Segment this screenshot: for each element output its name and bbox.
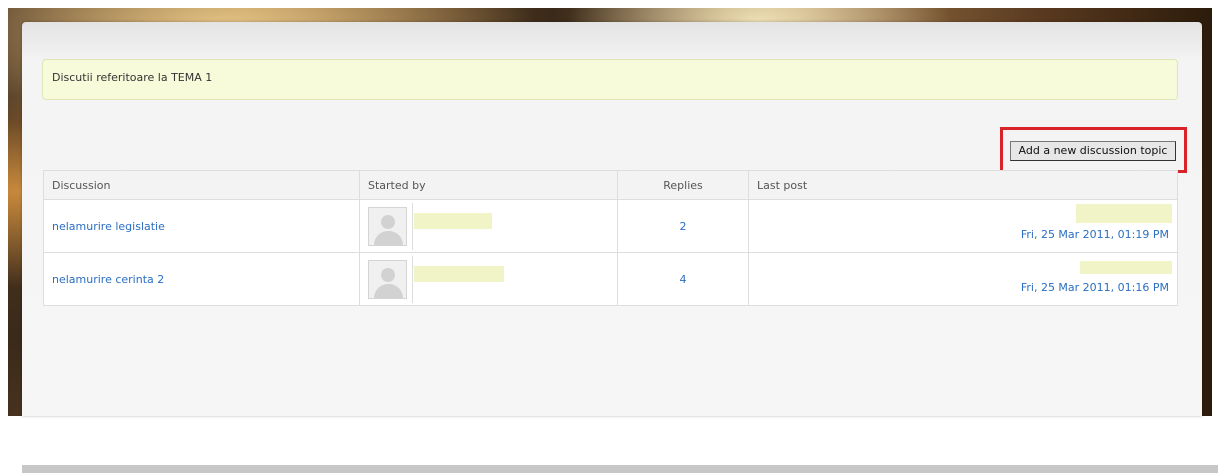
redacted-last-post-author bbox=[1076, 204, 1172, 223]
table-row: nelamurire legislatie 2 Fri, 25 Mar 2011… bbox=[43, 199, 1178, 253]
page-edge bbox=[1212, 8, 1218, 416]
replies-cell: 2 bbox=[617, 199, 749, 253]
avatar-icon[interactable] bbox=[368, 259, 407, 299]
replies-link[interactable]: 4 bbox=[680, 273, 687, 286]
column-header-started-by[interactable]: Started by bbox=[359, 170, 618, 200]
redacted-author-name bbox=[414, 266, 504, 282]
redacted-author-name bbox=[414, 213, 492, 229]
bottom-scrollbar[interactable] bbox=[22, 465, 1218, 473]
discussion-link[interactable]: nelamurire legislatie bbox=[52, 220, 165, 233]
started-by-cell bbox=[359, 199, 618, 253]
forum-intro-box: Discutii referitoare la TEMA 1 bbox=[42, 59, 1178, 100]
discussion-table: Discussion Started by Replies Last post … bbox=[43, 170, 1178, 306]
last-post-date-link[interactable]: Fri, 25 Mar 2011, 01:16 PM bbox=[1021, 281, 1169, 294]
replies-link[interactable]: 2 bbox=[680, 220, 687, 233]
column-header-replies[interactable]: Replies bbox=[617, 170, 749, 200]
discussion-cell: nelamurire legislatie bbox=[43, 199, 360, 253]
add-discussion-topic-button[interactable]: Add a new discussion topic bbox=[1010, 141, 1176, 161]
last-post-cell: Fri, 25 Mar 2011, 01:19 PM bbox=[748, 199, 1178, 253]
last-post-date-link[interactable]: Fri, 25 Mar 2011, 01:19 PM bbox=[1021, 228, 1169, 241]
avatar-icon[interactable] bbox=[368, 206, 407, 246]
table-header-row: Discussion Started by Replies Last post bbox=[43, 170, 1178, 200]
discussion-link[interactable]: nelamurire cerinta 2 bbox=[52, 273, 164, 286]
last-post-cell: Fri, 25 Mar 2011, 01:16 PM bbox=[748, 252, 1178, 306]
column-header-discussion[interactable]: Discussion bbox=[43, 170, 360, 200]
replies-cell: 4 bbox=[617, 252, 749, 306]
column-header-last-post[interactable]: Last post bbox=[748, 170, 1178, 200]
discussion-cell: nelamurire cerinta 2 bbox=[43, 252, 360, 306]
forum-intro-text: Discutii referitoare la TEMA 1 bbox=[52, 71, 213, 84]
table-row: nelamurire cerinta 2 4 Fri, 25 Mar 2011,… bbox=[43, 252, 1178, 306]
started-by-cell bbox=[359, 252, 618, 306]
redacted-last-post-author bbox=[1080, 261, 1172, 274]
